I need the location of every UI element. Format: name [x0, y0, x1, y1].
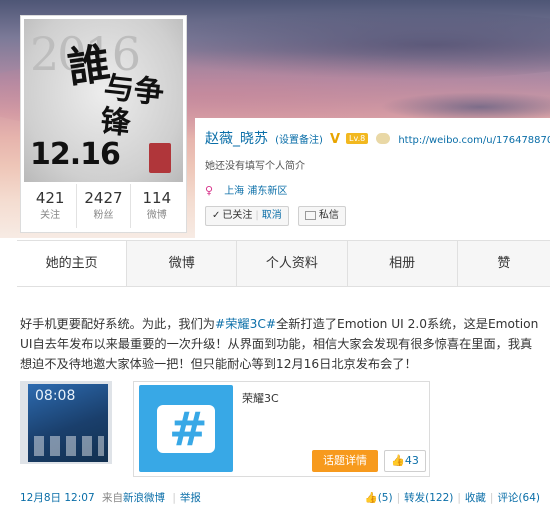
separator: |	[255, 210, 259, 221]
topic-card: # 荣耀3C 话题详情 👍43	[133, 381, 430, 477]
post-time[interactable]: 12月8日 12:07	[20, 492, 95, 504]
location-row: ♀ 上海 浦东新区	[205, 182, 550, 197]
stat-posts[interactable]: 114 微博	[131, 184, 183, 228]
avatar-date: 12.16	[30, 137, 121, 172]
level-badge[interactable]: Lv.8	[346, 133, 369, 144]
avatar-card: 2016 誰 与争锋 12.16 421 关注 2427 粉丝 114 微博	[20, 15, 187, 233]
phone-clock: 08:08	[35, 388, 76, 404]
profile-url[interactable]: http://weibo.com/u/17647887000	[398, 135, 550, 146]
tab-likes[interactable]: 赞	[458, 241, 550, 286]
location-link[interactable]: 上海 浦东新区	[224, 186, 287, 197]
user-name[interactable]: 赵薇_晓苏	[205, 131, 268, 147]
bio-text: 她还没有填写个人简介	[205, 161, 305, 172]
stat-value: 421	[35, 189, 65, 207]
topic-link[interactable]: #荣耀3C#	[215, 317, 276, 331]
profile-stats: 421 关注 2427 粉丝 114 微博	[24, 184, 183, 228]
stat-followers[interactable]: 2427 粉丝	[77, 184, 131, 228]
topic-like-count: 43	[404, 454, 419, 467]
post-text-before: 好手机更要配好系统。为此，我们为	[20, 317, 215, 331]
stat-value: 2427	[84, 189, 123, 207]
profile-info: 赵薇_晓苏 (设置备注) V Lv.8 http://weibo.com/u/1…	[205, 128, 550, 226]
separator: |	[457, 492, 461, 504]
follow-status-button: ✓ 已关注 | 取消	[205, 206, 289, 226]
stat-following[interactable]: 421 关注	[24, 184, 78, 228]
from-prefix: 来自	[101, 492, 123, 504]
report-link[interactable]: 举报	[180, 492, 201, 504]
topic-card-title[interactable]: 荣耀3C	[242, 390, 279, 406]
topic-details-button[interactable]: 话题详情	[312, 450, 378, 472]
stat-label: 微博	[146, 210, 167, 221]
stat-label: 粉丝	[93, 210, 114, 221]
message-button[interactable]: 私信	[297, 206, 346, 226]
female-icon: ♀	[205, 184, 214, 197]
medal-icon[interactable]	[376, 133, 391, 144]
phone-screenshot: 08:08	[28, 384, 108, 462]
tab-profile-info[interactable]: 个人资料	[237, 241, 348, 286]
seal-icon	[149, 143, 171, 173]
avatar[interactable]: 2016 誰 与争锋 12.16	[24, 19, 183, 182]
separator: |	[172, 492, 176, 504]
post-source[interactable]: 新浪微博	[123, 492, 165, 504]
repost-button[interactable]: 转发(122)	[404, 492, 453, 504]
envelope-icon	[304, 210, 316, 220]
app-icons	[34, 436, 104, 456]
tab-weibo[interactable]: 微博	[127, 241, 238, 286]
message-label: 私信	[318, 210, 339, 221]
post-text: 好手机更要配好系统。为此，我们为#荣耀3C#全新打造了Emotion UI 2.…	[20, 314, 540, 374]
check-icon: ✓	[212, 210, 221, 221]
unfollow-button[interactable]: 取消	[262, 210, 282, 221]
action-buttons: ✓ 已关注 | 取消 私信	[205, 206, 550, 226]
avatar-calligraphy-mid: 与争锋	[98, 70, 166, 142]
like-button[interactable]: 👍(5)	[365, 492, 393, 504]
post-image-thumbnail[interactable]: 08:08	[20, 381, 112, 464]
separator: |	[489, 492, 494, 504]
stat-label: 关注	[40, 210, 61, 221]
name-row: 赵薇_晓苏 (设置备注) V Lv.8 http://weibo.com/u/1…	[205, 128, 550, 148]
separator: |	[396, 492, 401, 504]
tab-home[interactable]: 她的主页	[17, 241, 128, 286]
verified-icon: V	[330, 132, 341, 147]
topic-like-button[interactable]: 👍43	[384, 450, 426, 472]
tab-album[interactable]: 相册	[348, 241, 458, 286]
hash-icon: #	[169, 402, 208, 456]
set-remark-link[interactable]: (设置备注)	[275, 135, 323, 146]
stat-value: 114	[142, 189, 172, 207]
thumbs-up-icon: 👍	[364, 492, 378, 504]
like-count: (5)	[377, 492, 393, 504]
profile-tabs: 她的主页 微博 个人资料 相册 赞	[17, 240, 550, 287]
thumbs-up-icon: 👍	[391, 454, 405, 467]
comment-button[interactable]: 评论(64)	[497, 492, 540, 504]
favorite-button[interactable]: 收藏	[465, 492, 486, 504]
post-footer: 12月8日 12:07 来自新浪微博 | 举报 👍(5) | 转发(122) | 收藏 | 评…	[20, 490, 540, 506]
post-actions: 👍(5) | 转发(122) | 收藏 | 评论(64)	[365, 490, 540, 505]
topic-logo-icon[interactable]: #	[139, 385, 233, 472]
followed-label: 已关注	[222, 210, 253, 221]
